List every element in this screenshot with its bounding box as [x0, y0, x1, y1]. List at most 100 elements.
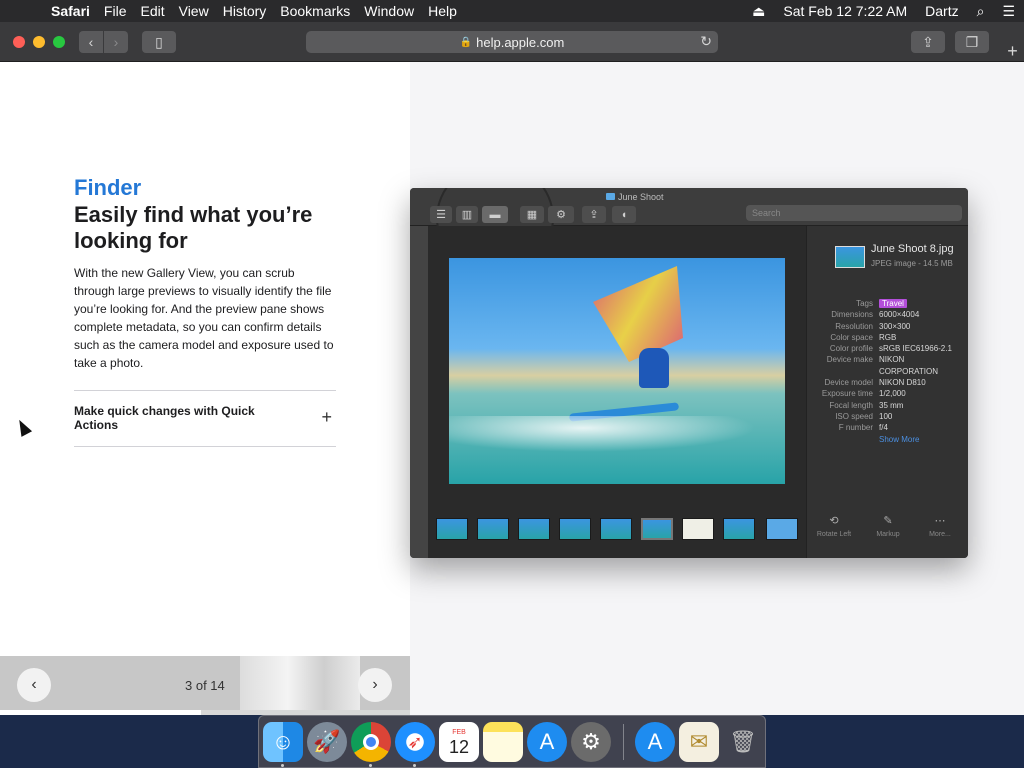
address-bar[interactable]: 🔒 help.apple.com ↻ [306, 31, 718, 53]
thumbnail [436, 518, 468, 540]
forward-button[interactable]: › [104, 31, 128, 53]
metadata-row: Focal length 35 mm [829, 400, 904, 410]
action-menu-icon: ⚙ [548, 206, 574, 223]
dock-certificate-icon[interactable]: ✉ [679, 722, 719, 762]
dock-app-store-download-icon[interactable]: A [635, 722, 675, 762]
expand-plus-icon[interactable]: + [321, 407, 332, 428]
lock-icon: 🔒 [459, 36, 473, 48]
previous-slide-button[interactable]: ‹ [17, 668, 51, 702]
share-button[interactable]: ⇪ [911, 31, 945, 53]
menu-file[interactable]: File [97, 3, 134, 19]
close-window-button[interactable] [13, 36, 25, 48]
next-slide-button[interactable]: › [358, 668, 392, 702]
travel-tag: Travel [879, 299, 907, 308]
show-more-link: Show More [879, 434, 920, 444]
menu-help[interactable]: Help [421, 3, 464, 19]
windsurfing-photo [449, 258, 785, 484]
fullscreen-window-button[interactable] [53, 36, 65, 48]
menu-view[interactable]: View [172, 3, 216, 19]
chevron-right-icon: › [113, 34, 119, 50]
spotlight-search-icon[interactable]: ⌕ [968, 3, 994, 20]
calendar-day: 12 [448, 736, 470, 757]
slide-progress-fill [0, 710, 201, 715]
thumbnail [559, 518, 591, 540]
article-eyebrow: Finder [74, 175, 142, 200]
finder-sidebar [410, 226, 428, 558]
preview-file-name: June Shoot 8.jpg [871, 243, 954, 255]
article-headline: Easily find what you’re looking for [74, 202, 313, 253]
article-panel: Finder Easily find what you’re looking f… [0, 62, 410, 715]
mouse-cursor [13, 417, 33, 437]
calendar-month: FEB [452, 728, 466, 736]
metadata-row: Dimensions 6000×4004 [831, 310, 920, 320]
reload-icon[interactable]: ↻ [700, 33, 712, 50]
dock-calendar-icon[interactable]: FEB 12 [439, 722, 479, 762]
running-indicator [413, 764, 416, 767]
menubar-clock[interactable]: Sat Feb 12 7:22 AM [774, 3, 916, 19]
metadata-row: Device model NIKON D810 [824, 378, 926, 388]
finder-search-field: Search [746, 205, 962, 221]
menu-bookmarks[interactable]: Bookmarks [273, 3, 357, 19]
markup-action: ✎ Markup [863, 514, 913, 538]
metadata-row: Tags Travel [807, 298, 968, 309]
sidebar-toggle-button[interactable]: ▯ [142, 31, 176, 53]
finder-gallery-illustration: June Shoot ☰ ▥ ▬ ▦ ⚙ ⇪ ◖ Search June Sho… [410, 188, 968, 558]
chevron-left-icon: ‹ [31, 676, 37, 693]
metadata-row: Color profile sRGB IEC61966-2.1 [829, 344, 952, 354]
dock-system-preferences-icon[interactable]: ⚙ [571, 722, 611, 762]
metadata-row: Color space RGB [830, 332, 897, 342]
notification-center-icon[interactable]: ☰ [993, 3, 1024, 20]
dock-finder-icon[interactable]: ☺ [263, 722, 303, 762]
more-action: ⋯ More... [915, 514, 965, 538]
pager-rendering-artifact [240, 656, 360, 710]
group-icon: ▦ [520, 206, 544, 223]
photo-rider [639, 348, 669, 388]
finder-share-icon: ⇪ [582, 206, 606, 223]
thumbnail-strip [436, 518, 804, 544]
running-indicator [281, 764, 284, 767]
photo-sail [593, 266, 683, 362]
menubar-user[interactable]: Dartz [916, 3, 967, 19]
metadata-list: Tags Travel Dimensions 6000×4004 Resolutio… [807, 298, 968, 445]
dock-notes-icon[interactable] [483, 722, 523, 762]
metadata-row: Show More [807, 434, 968, 445]
menu-history[interactable]: History [216, 3, 274, 19]
running-indicator [369, 764, 372, 767]
chevron-right-icon: › [372, 676, 378, 693]
thumbnail [518, 518, 550, 540]
thumbnail-folder [766, 518, 798, 540]
metadata-row: Exposure time 1/2,000 [821, 389, 906, 399]
finder-preview-pane: June Shoot 8.jpg JPEG image - 14.5 MB Ta… [806, 226, 968, 558]
metadata-row: Device make NIKON CORPORATION [826, 355, 938, 376]
gallery-pager: ‹ 3 of 14 › [0, 656, 410, 710]
menu-edit[interactable]: Edit [133, 3, 171, 19]
menu-app-name[interactable]: Safari [44, 3, 97, 19]
finder-window-title: June Shoot [606, 192, 664, 202]
dock-trash-icon[interactable]: 🗑 [723, 722, 763, 762]
dock-launchpad-icon[interactable]: 🚀 [307, 722, 347, 762]
quick-actions-accordion[interactable]: Make quick changes with Quick Actions + [74, 390, 336, 447]
show-tabs-button[interactable]: ❐ [955, 31, 989, 53]
eject-icon[interactable]: ⏏ [743, 3, 774, 20]
tabs-overview-icon: ❐ [965, 33, 979, 50]
new-tab-button[interactable]: + [1001, 40, 1024, 62]
list-view-icon: ☰ [430, 206, 452, 223]
dock-app-store-icon[interactable]: A [527, 722, 567, 762]
thumbnail-selected [641, 518, 673, 540]
menu-window[interactable]: Window [357, 3, 421, 19]
metadata-row: Resolution 300×300 [835, 321, 911, 331]
sidebar-icon: ▯ [155, 33, 163, 50]
chevron-left-icon: ‹ [88, 34, 94, 50]
menu-bar: Safari File Edit View History Bookmarks … [0, 0, 1024, 22]
plus-icon: + [1007, 40, 1018, 61]
dock-safari-icon[interactable]: ➶ [395, 722, 435, 762]
minimize-window-button[interactable] [33, 36, 45, 48]
back-button[interactable]: ‹ [79, 31, 103, 53]
finder-toolbar: June Shoot ☰ ▥ ▬ ▦ ⚙ ⇪ ◖ Search [410, 188, 968, 274]
address-url: help.apple.com [476, 34, 565, 50]
accordion-label: Make quick changes with Quick Actions [74, 404, 255, 432]
thumbnail [477, 518, 509, 540]
dock-chrome-icon[interactable] [351, 722, 391, 762]
gallery-view-icon: ▬ [482, 206, 508, 223]
rotate-left-icon: ⟲ [829, 515, 839, 527]
